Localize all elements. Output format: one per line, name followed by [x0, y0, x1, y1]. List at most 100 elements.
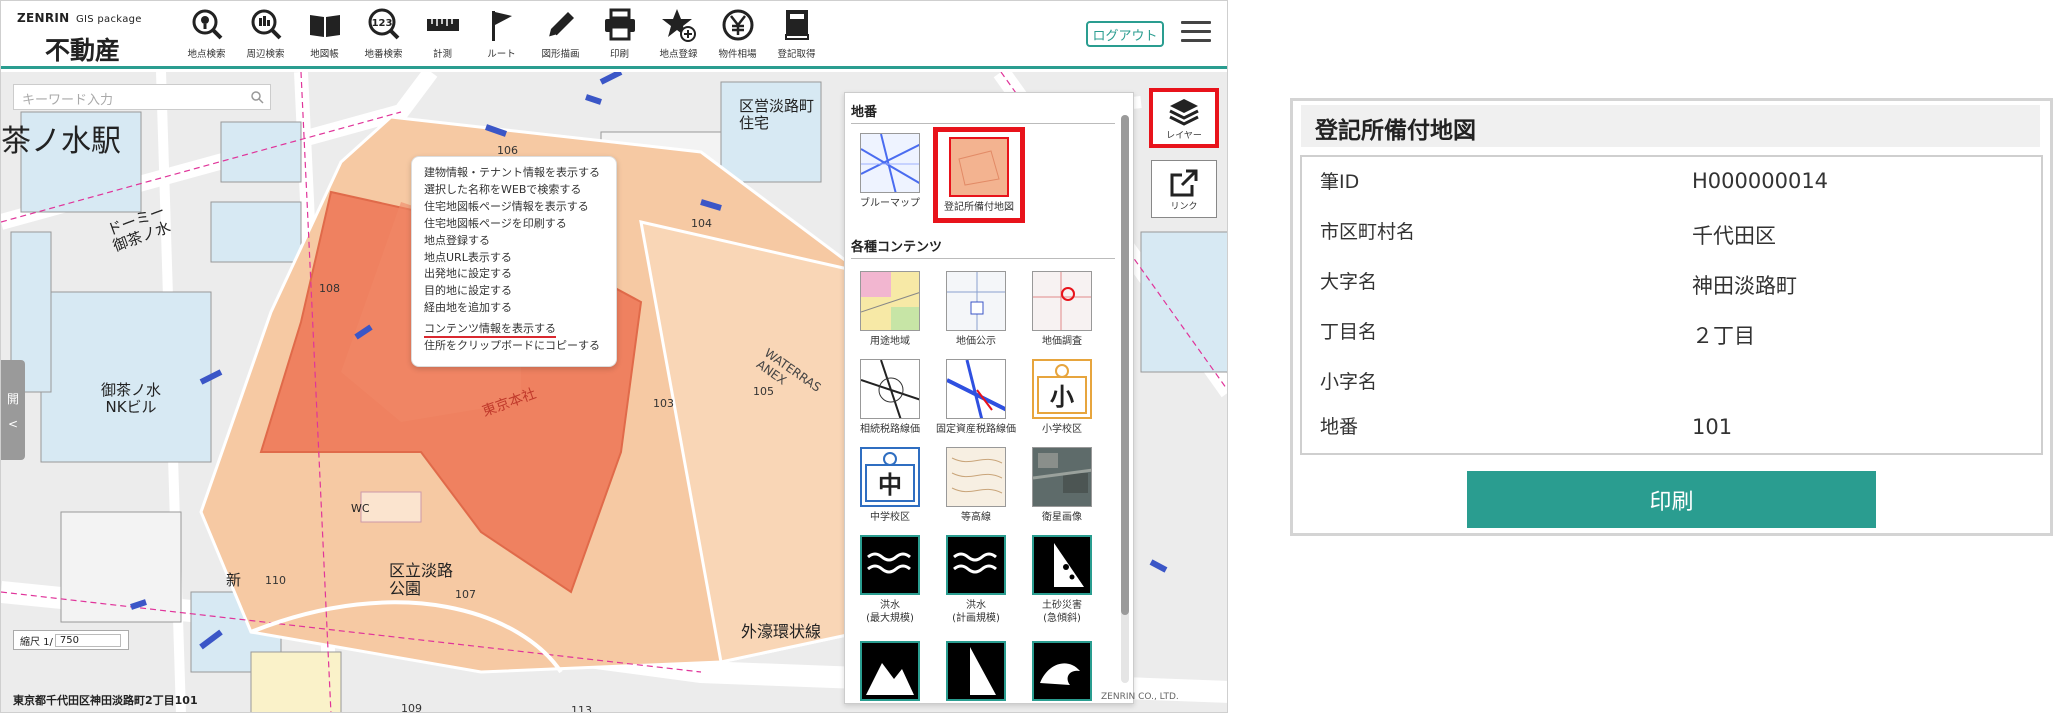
printer-icon [604, 8, 635, 41]
elementary-school-thumb: 小 [1032, 359, 1092, 419]
copyright: ZENRIN CO., LTD. [1101, 692, 1179, 702]
info-key: 市区町村名 [1320, 221, 1416, 243]
ruler-icon [426, 19, 459, 31]
map-label-wc: WC [351, 502, 370, 515]
tool-map-book[interactable]: 地図帳 [295, 7, 354, 63]
info-row: 丁目名 ２丁目 [1302, 307, 2041, 357]
context-menu-item[interactable]: 出発地に設定する [424, 266, 604, 283]
layer-item-satellite[interactable]: 衛星画像 [1023, 447, 1101, 524]
logout-button[interactable]: ログアウト [1086, 21, 1164, 47]
layer-item-landslide[interactable]: 土砂災害 (急傾斜) [1023, 535, 1101, 625]
tool-measure[interactable]: 計測 [413, 7, 472, 63]
context-menu-item[interactable]: 地点URL表示する [424, 250, 604, 267]
context-menu-item[interactable]: 地点登録する [424, 233, 604, 250]
tool-draw[interactable]: 図形描画 [531, 7, 590, 63]
tool-point-register[interactable]: 地点登録 [649, 7, 708, 63]
side-panel-open-tab[interactable]: 開 < [1, 360, 25, 460]
layer-item-land-price[interactable]: 地価公示 [937, 271, 1015, 348]
scale-value-select[interactable]: 750 [54, 633, 121, 647]
layer-item-junior-high[interactable]: 中 中学校区 [851, 447, 929, 524]
satellite-thumb [1032, 447, 1092, 507]
land-price-thumb [946, 271, 1006, 331]
context-menu-item[interactable]: 建物情報・テナント情報を表示する [424, 165, 604, 182]
link-button[interactable]: リンク [1151, 160, 1217, 218]
info-row: 地番 101 [1302, 402, 2041, 452]
star-plus-icon [661, 9, 696, 42]
print-button[interactable]: 印刷 [1467, 471, 1876, 528]
layer-item-hazard[interactable] [851, 641, 929, 701]
layer-panel: 地番 ブルーマップ 登記所備付地図 各種コンテンツ 用途地域 地価公示 地価調査… [844, 92, 1134, 704]
context-menu-item-content-info[interactable]: コンテンツ情報を表示する [424, 322, 556, 339]
tool-print[interactable]: 印刷 [590, 7, 649, 63]
layer-item-label: 地価調査 [1042, 336, 1082, 347]
lot-number: 113 [571, 704, 592, 713]
context-menu-item[interactable]: 住宅地図帳ページを印刷する [424, 216, 604, 233]
keyword-search-input[interactable]: キーワード入力 [13, 84, 271, 110]
school-char-sho: 小 [1050, 383, 1074, 411]
layer-item-property-tax-route[interactable]: 固定資産税路線価 [936, 359, 1016, 436]
tool-route[interactable]: ルート [472, 7, 531, 63]
info-key: 筆ID [1320, 171, 1360, 193]
app-title: 不動産 [45, 36, 121, 65]
divider [851, 258, 1115, 259]
context-menu-item[interactable]: 住宅地図帳ページ情報を表示する [424, 199, 604, 216]
layer-item-hazard[interactable] [937, 641, 1015, 701]
layer-item-blue-map[interactable]: ブルーマップ [851, 133, 929, 210]
layer-section-lot: 地番 [851, 105, 878, 120]
context-menu: 建物情報・テナント情報を表示する 選択した名称をWEBで検索する 住宅地図帳ペー… [411, 156, 617, 367]
yen-icon [722, 9, 753, 41]
info-key: 地番 [1320, 416, 1359, 438]
tool-label: 図形描画 [541, 49, 580, 60]
info-key: 小字名 [1320, 371, 1378, 393]
landslide-thumb [1032, 535, 1092, 595]
layer-item-inheritance-route[interactable]: 相続税路線価 [851, 359, 929, 436]
flood-plan-thumb [946, 535, 1006, 595]
hamburger-menu-icon[interactable] [1181, 21, 1211, 45]
layer-item-elementary-school[interactable]: 小 小学校区 [1023, 359, 1101, 436]
map-label-station: 茶ノ水駅 [1, 124, 121, 159]
map-label-park: 区立淡路 公園 [389, 561, 454, 598]
tool-label: ルート [487, 49, 516, 60]
scale-selector[interactable]: 縮尺 1/ 750 [13, 630, 129, 650]
tool-registry[interactable]: 登記取得 [767, 7, 826, 63]
tool-label: 地点登録 [659, 49, 698, 60]
layer-item-hazard[interactable] [1023, 641, 1101, 701]
tool-lot-search[interactable]: 123 地番検索 [354, 7, 413, 63]
layer-button[interactable]: レイヤー [1149, 88, 1219, 148]
lot-number: 105 [753, 385, 774, 398]
info-table: 筆ID H000000014 市区町村名 千代田区 大字名 神田淡路町 丁目名 … [1300, 155, 2043, 455]
gis-app-window: ZENRIN GIS package 不動産 地点検索 周辺検索 地図帳 123… [0, 0, 1228, 713]
blue-map-thumb [860, 133, 920, 193]
tool-label: 物件相場 [718, 49, 757, 60]
layer-item-label: 相続税路線価 [860, 424, 920, 435]
context-menu-item[interactable]: 目的地に設定する [424, 283, 604, 300]
layer-item-zoning[interactable]: 用途地域 [851, 271, 929, 348]
context-menu-item[interactable]: 選択した名称をWEBで検索する [424, 182, 604, 199]
lot-number: 103 [653, 397, 674, 410]
layer-button-label: レイヤー [1166, 130, 1202, 141]
map-label-gaikan: 外濠環状線 [741, 622, 822, 641]
info-value: 101 [1692, 415, 1733, 439]
tool-nearby-search[interactable]: 周辺検索 [236, 7, 295, 63]
book-icon [784, 10, 809, 40]
search-icon[interactable] [250, 90, 264, 104]
map-view[interactable]: 茶ノ水駅 外濠環状線 区立淡路 公園 区営淡路町 住宅 御茶ノ水 NKビル ドー… [1, 72, 1227, 713]
layer-panel-scrollbar[interactable] [1121, 115, 1129, 683]
context-menu-item[interactable]: 経由地を追加する [424, 300, 604, 317]
info-row: 大字名 神田淡路町 [1302, 257, 2041, 307]
layer-item-contour[interactable]: 等高線 [937, 447, 1015, 524]
layer-item-label: 衛星画像 [1042, 512, 1082, 523]
layer-item-label: ブルーマップ [860, 198, 920, 209]
tool-location-search[interactable]: 地点検索 [177, 7, 236, 63]
layer-item-flood-max[interactable]: 洪水 (最大規模) [851, 535, 929, 625]
layers-icon [1169, 98, 1199, 126]
context-menu-item[interactable]: 住所をクリップボードにコピーする [424, 338, 604, 355]
side-tab-label: 開 [6, 391, 19, 406]
inheritance-route-thumb [860, 359, 920, 419]
layer-item-registry-map[interactable]: 登記所備付地図 [933, 127, 1025, 223]
layer-item-land-survey[interactable]: 地価調査 [1023, 271, 1101, 348]
tool-property-price[interactable]: 物件相場 [708, 7, 767, 63]
tool-label: 登記取得 [777, 49, 816, 60]
layer-item-flood-plan[interactable]: 洪水 (計画規模) [937, 535, 1015, 625]
layer-item-label: 中学校区 [870, 512, 910, 523]
